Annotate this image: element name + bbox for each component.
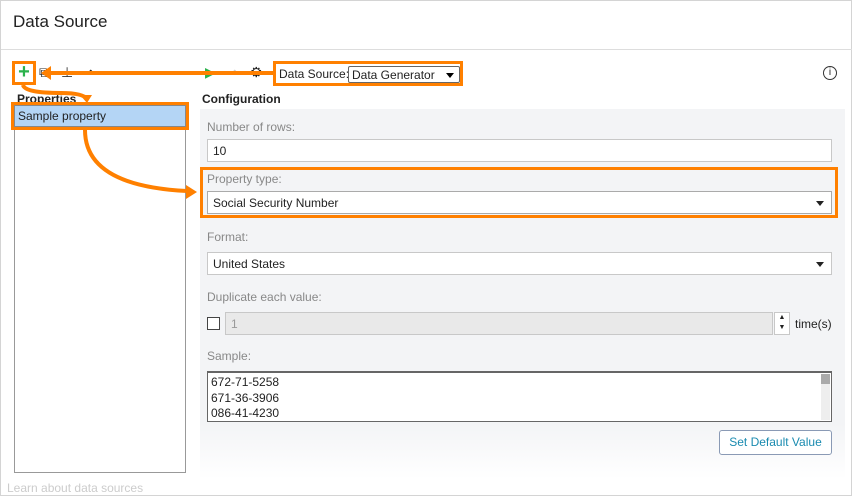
data-source-selector: Data Source: Data Generator (273, 61, 463, 86)
info-icon[interactable]: i (823, 66, 837, 80)
configuration-heading: Configuration (202, 92, 281, 106)
sample-value: 086-41-4230 (211, 406, 280, 420)
format-dropdown[interactable]: United States (207, 252, 832, 275)
sample-value: 672-71-5258 (211, 375, 280, 389)
rows-label: Number of rows: (207, 120, 296, 134)
data-source-window: Data Source + ⧉ ⊥ ⏶ ▶ ⏶ ⚙ Data Source: D… (0, 0, 852, 496)
duplicate-unit: time(s) (795, 317, 832, 331)
add-property-button[interactable]: + (12, 61, 36, 85)
copy-icon[interactable]: ⧉ (39, 64, 49, 80)
settings-icon[interactable]: ⚙ (250, 64, 263, 80)
rows-input[interactable]: 10 (207, 139, 832, 162)
format-label: Format: (207, 230, 249, 244)
property-type-label: Property type: (207, 172, 282, 186)
list-item[interactable]: Sample property (11, 102, 189, 130)
property-label: Sample property (14, 105, 186, 127)
clear-icon[interactable]: ⏶ (229, 64, 240, 80)
header-divider (1, 49, 852, 50)
learn-link[interactable]: Learn about data sources (7, 481, 143, 495)
move-down-icon[interactable]: ⊥ (61, 64, 73, 80)
set-default-value-button[interactable]: Set Default Value (719, 430, 832, 455)
sample-label: Sample: (207, 349, 252, 363)
properties-list (14, 105, 186, 473)
window-title: Data Source (13, 12, 108, 31)
sample-textarea[interactable]: 672-71-5258 671-36-3906 086-41-4230 (207, 371, 832, 422)
sample-value: 671-36-3906 (211, 390, 280, 405)
run-icon[interactable]: ▶ (205, 64, 216, 80)
data-source-label: Data Source: (279, 67, 350, 81)
move-up-icon[interactable]: ⏶ (85, 64, 96, 80)
duplicate-label: Duplicate each value: (207, 290, 322, 304)
duplicate-checkbox[interactable] (207, 317, 220, 330)
duplicate-stepper[interactable]: ▲ ▼ (774, 312, 790, 335)
property-type-dropdown[interactable]: Social Security Number (207, 191, 832, 214)
sample-scrollbar[interactable] (821, 374, 830, 420)
duplicate-input[interactable]: 1 (225, 312, 773, 335)
data-source-dropdown[interactable]: Data Generator (348, 66, 460, 83)
